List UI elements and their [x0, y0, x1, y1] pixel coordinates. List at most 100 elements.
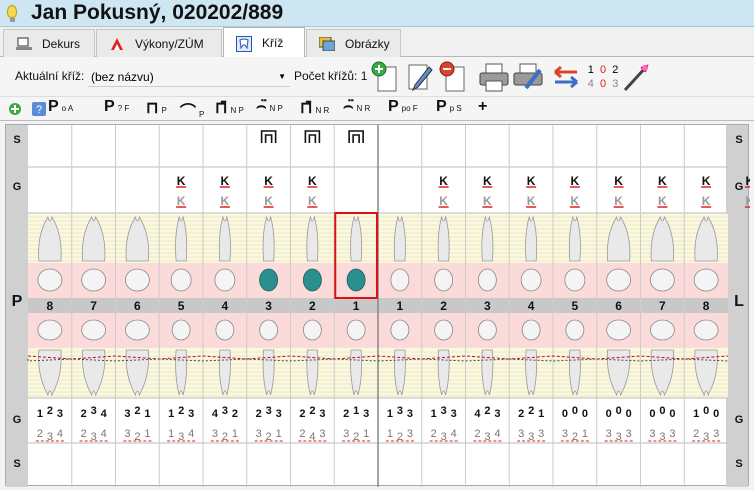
pocket-depth-value: 3	[222, 405, 228, 417]
lower-tooth-crown[interactable]	[606, 319, 632, 341]
upper-tooth-crown[interactable]	[124, 268, 150, 292]
upper-tooth-crown[interactable]	[564, 268, 586, 292]
symbol-glyph: P	[436, 98, 447, 115]
symbol-button-3[interactable]: ⌒ P	[180, 98, 204, 121]
tooth-number: 5	[178, 299, 185, 313]
gingiva-value: 3	[407, 428, 413, 440]
symbol-button-4[interactable]: ⊓̄ N P	[215, 98, 244, 120]
bridge-icon[interactable]	[304, 130, 321, 143]
tab-obrazky[interactable]: Obrázky	[306, 29, 401, 57]
pocket-depth-value: 3	[57, 408, 63, 420]
gingiva-value: 3	[518, 428, 524, 440]
lower-tooth-crown[interactable]	[649, 319, 675, 341]
lower-tooth-crown[interactable]	[215, 319, 235, 341]
lower-tooth-crown[interactable]	[565, 319, 585, 341]
upper-tooth-crown[interactable]	[477, 268, 497, 292]
upper-tooth-root[interactable]	[218, 215, 231, 262]
current-cross-value: (bez názvu)	[91, 70, 154, 84]
tab-vykony[interactable]: Výkony/ZÚM	[96, 29, 222, 57]
lower-tooth-crown[interactable]	[171, 319, 191, 341]
symbol-button-7[interactable]: ⌢̈ N R	[343, 98, 370, 120]
upper-tooth-crown[interactable]	[346, 268, 366, 292]
bridge-icon[interactable]	[260, 130, 277, 143]
upper-tooth-root[interactable]	[437, 215, 450, 262]
symbol-button-9[interactable]: Pp S	[436, 98, 462, 120]
upper-tooth-root[interactable]	[568, 215, 581, 262]
upper-tooth-crown[interactable]	[390, 268, 410, 292]
swap-button[interactable]	[550, 60, 582, 94]
lower-tooth-crown[interactable]	[477, 319, 497, 341]
tooth-number: 3	[265, 299, 272, 313]
upper-tooth-crown[interactable]	[37, 268, 63, 292]
lower-tooth-crown[interactable]	[81, 319, 107, 341]
procedures-icon	[109, 37, 125, 51]
gingiva-value: 2	[81, 428, 87, 440]
symbol-glyph: ⌢̈	[256, 98, 267, 115]
upper-tooth-crown[interactable]	[520, 268, 542, 292]
symbol-button-8[interactable]: Ppo F	[388, 98, 418, 120]
upper-tooth-crown[interactable]	[434, 268, 454, 292]
upper-tooth-crown[interactable]	[649, 268, 675, 292]
help-icon[interactable]: ?	[32, 102, 46, 116]
add-circle-icon[interactable]	[8, 102, 22, 116]
upper-tooth-crown[interactable]	[693, 268, 719, 292]
symbol-button-6[interactable]: ⊓̄ N R	[300, 98, 329, 120]
wand-button[interactable]	[620, 60, 652, 94]
upper-tooth-crown[interactable]	[214, 268, 236, 292]
upper-tooth-root[interactable]	[262, 215, 275, 262]
upper-tooth-root[interactable]	[481, 215, 494, 262]
tab-kriz[interactable]: Kříž	[223, 27, 305, 58]
lower-tooth-crown[interactable]	[124, 319, 150, 341]
symbol-glyph: P	[104, 98, 115, 115]
pocket-depth-value: 2	[299, 408, 305, 420]
add-cross-button[interactable]	[368, 60, 400, 94]
patient-title: Jan Pokusný, 020202/889	[31, 1, 284, 24]
pocket-depth-value: 3	[276, 408, 282, 420]
symbol-button-5[interactable]: ⌢̈ N P	[256, 98, 283, 120]
gingiva-value: 2	[474, 428, 480, 440]
symbol-button-0[interactable]: Po A	[48, 98, 73, 120]
upper-tooth-crown[interactable]	[81, 268, 107, 292]
pocket-depth-value: 3	[441, 405, 447, 417]
lower-tooth-crown[interactable]	[390, 319, 410, 341]
lower-tooth-crown[interactable]	[37, 319, 63, 341]
caries-mark: K	[308, 174, 317, 188]
delete-cross-button[interactable]	[436, 60, 468, 94]
bridge-icon[interactable]	[348, 130, 364, 143]
upper-tooth-root[interactable]	[306, 215, 319, 262]
upper-tooth-crown[interactable]	[259, 268, 279, 292]
print-settings-button[interactable]	[512, 60, 544, 94]
title-bar: Jan Pokusný, 020202/889	[0, 0, 754, 27]
edit-cross-button[interactable]	[402, 60, 434, 94]
lower-tooth-crown[interactable]	[434, 319, 454, 341]
symbol-button-2[interactable]: ⊓ P	[146, 98, 167, 120]
numbering-button[interactable]: 1 0 2 4 0 3	[584, 60, 622, 94]
lower-tooth-crown[interactable]	[346, 319, 366, 341]
pocket-depth-value: 0	[649, 408, 655, 420]
side-label-G: G	[735, 414, 744, 426]
lower-tooth-crown[interactable]	[521, 319, 541, 341]
symbol-button-10[interactable]: +	[478, 98, 487, 120]
gingiva-value: 2	[299, 428, 305, 440]
print-button[interactable]	[478, 60, 510, 94]
lower-tooth-crown[interactable]	[693, 319, 719, 341]
tooth-number: 1	[353, 299, 360, 313]
gingiva-value: 3	[124, 428, 130, 440]
tab-dekurs[interactable]: Dekurs	[3, 29, 95, 57]
upper-tooth-root[interactable]	[350, 215, 363, 262]
upper-tooth-crown[interactable]	[170, 268, 192, 292]
upper-tooth-crown[interactable]	[606, 268, 632, 292]
upper-tooth-root[interactable]	[175, 215, 188, 262]
symbol-button-1[interactable]: P? F	[104, 98, 129, 120]
side-label-G: G	[735, 181, 744, 193]
current-cross-select[interactable]: (bez názvu) ▼	[88, 67, 290, 87]
lower-tooth-crown[interactable]	[259, 319, 279, 341]
upper-tooth-crown[interactable]	[302, 268, 322, 292]
lightbulb-icon[interactable]	[7, 5, 17, 22]
pocket-depth-value: 2	[309, 405, 315, 417]
upper-tooth-root[interactable]	[525, 215, 538, 262]
upper-tooth-root[interactable]	[393, 215, 406, 262]
lower-tooth-crown[interactable]	[302, 319, 322, 341]
gingiva-value: 4	[57, 428, 63, 440]
pocket-depth-value: 0	[606, 408, 612, 420]
